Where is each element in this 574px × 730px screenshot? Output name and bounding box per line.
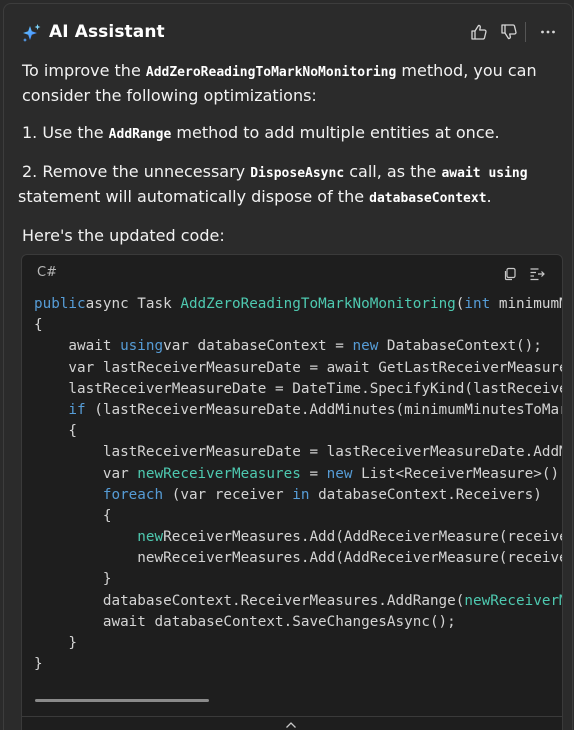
- code-token: await databaseContext.SaveChangesAsync()…: [34, 613, 456, 630]
- code-line: newReceiverMeasures.Add(AddReceiverMeasu…: [34, 527, 563, 548]
- code-token: var databaseContext =: [163, 338, 353, 355]
- code-line: lastReceiverMeasureDate = lastReceiverMe…: [34, 442, 563, 463]
- panel-header: AI Assistant: [4, 4, 572, 56]
- text: method to add multiple entities at once.: [171, 123, 500, 142]
- code-token: }: [34, 656, 43, 673]
- code-line: var newReceiverMeasures = new List<Recei…: [34, 464, 563, 485]
- code-token: (var receiver: [163, 486, 293, 503]
- message-paragraph: 2. Remove the unnecessary DisposeAsync c…: [18, 160, 562, 210]
- code-token: var: [34, 465, 138, 482]
- code-token: lastReceiverMeasureDate = DateTime.Speci…: [68, 380, 562, 397]
- code-token: }: [34, 571, 112, 588]
- panel-title: AI Assistant: [49, 22, 165, 42]
- code-token: {: [34, 423, 78, 440]
- sparkle-icon: [21, 23, 43, 45]
- code-token: new: [352, 338, 379, 355]
- thumbs-down-icon[interactable]: [497, 20, 521, 44]
- code-token: using: [120, 338, 164, 355]
- assistant-message: To improve the AddZeroReadingToMarkNoMon…: [18, 59, 562, 247]
- code-token: new: [326, 465, 353, 482]
- code-token: newReceiverMeasures: [137, 465, 301, 482]
- code-token: await: [34, 338, 121, 355]
- message-paragraph: To improve the AddZeroReadingToMarkNoMon…: [22, 59, 562, 107]
- code-line: newReceiverMeasures.Add(AddReceiverMeasu…: [34, 548, 563, 569]
- code-line: lastReceiverMeasureDate = DateTime.Speci…: [34, 379, 562, 400]
- code-token: async Task: [85, 296, 181, 312]
- code-line: }: [34, 633, 562, 654]
- code-content[interactable]: publicasync Task AddZeroReadingToMarkNoM…: [34, 294, 563, 675]
- message-paragraph: Here's the updated code:: [22, 226, 225, 245]
- code-token: new: [137, 529, 164, 546]
- code-token: public: [34, 296, 86, 312]
- header-divider: [525, 22, 526, 42]
- code-token: lastReceiverMeasureDate = lastReceiverMe…: [34, 444, 563, 461]
- code-line: await usingvar databaseContext = new Dat…: [34, 336, 562, 357]
- code-token: AddZeroReadingToMarkNoMonitoring: [180, 296, 456, 312]
- code-token: int: [464, 296, 491, 312]
- horizontal-scrollbar[interactable]: [35, 699, 209, 702]
- code-token: ReceiverMeasures.Add(AddReceiverMeasure(…: [163, 529, 563, 546]
- message-paragraph: 1. Use the AddRange method to add multip…: [22, 121, 562, 146]
- code-line: var lastReceiverMeasureDate = await GetL…: [34, 358, 562, 379]
- chevron-up-icon[interactable]: [283, 719, 299, 730]
- code-line: {: [34, 421, 562, 442]
- code-token: {: [34, 317, 43, 334]
- text: 1. Use the: [22, 123, 109, 142]
- code-line: }: [34, 569, 562, 590]
- text: 2. Remove the unnecessary: [22, 162, 251, 181]
- code-line: await databaseContext.SaveChangesAsync()…: [34, 612, 562, 633]
- code-line: if (lastReceiverMeasureDate.AddMinutes(m…: [34, 400, 563, 421]
- code-line: }: [34, 654, 562, 675]
- code-token: minimumMinutes: [498, 296, 562, 312]
- code-block-footer-divider: [22, 716, 562, 717]
- inline-code: AddZeroReadingToMarkNoMonitoring: [145, 65, 397, 80]
- code-token: {: [34, 507, 112, 524]
- insert-icon[interactable]: [527, 264, 547, 284]
- ai-assistant-panel: AI Assistant To improve the AddZeroReadi…: [3, 3, 573, 730]
- code-language-label: C#: [37, 265, 57, 280]
- code-token: in: [292, 486, 310, 503]
- thumbs-up-icon[interactable]: [467, 20, 491, 44]
- text: statement will automatically dispose of …: [18, 187, 370, 206]
- inline-code: databaseContext: [369, 191, 487, 206]
- code-token: newReceiverMeasures.Add(AddReceiverMeasu…: [34, 550, 563, 567]
- code-token: var lastReceiverMeasureDate = await GetL…: [68, 359, 562, 376]
- more-icon[interactable]: [536, 20, 560, 44]
- code-line: databaseContext.ReceiverMeasures.AddRang…: [34, 591, 562, 612]
- inline-code: DisposeAsync: [250, 166, 345, 181]
- code-line: publicasync Task AddZeroReadingToMarkNoM…: [34, 294, 562, 315]
- code-token: DatabaseContext();: [378, 338, 542, 355]
- text: To improve the: [22, 61, 146, 80]
- code-token: databaseContext.Receivers): [309, 486, 542, 503]
- text: .: [486, 187, 492, 206]
- code-token: databaseContext.ReceiverMeasures.AddRang…: [34, 592, 465, 609]
- inline-code: AddRange: [108, 127, 172, 142]
- code-line: {: [34, 315, 562, 336]
- text: call, as the: [344, 162, 442, 181]
- code-token: List<ReceiverMeasure>();: [352, 465, 563, 482]
- code-token: }: [34, 635, 78, 651]
- code-token: =: [300, 465, 327, 482]
- code-token: if: [34, 401, 86, 418]
- inline-code: await using: [441, 166, 528, 181]
- copy-icon[interactable]: [500, 264, 520, 284]
- code-token: foreach: [34, 486, 164, 503]
- code-token: newReceiverMeasures: [464, 592, 562, 609]
- code-token: (lastReceiverMeasureDate.AddMinutes(mini…: [85, 401, 563, 418]
- code-block: C# publicasync Task AddZeroReadingToMark…: [21, 254, 563, 730]
- code-line: {: [34, 506, 562, 527]
- code-line: foreach (var receiver in databaseContext…: [34, 485, 562, 506]
